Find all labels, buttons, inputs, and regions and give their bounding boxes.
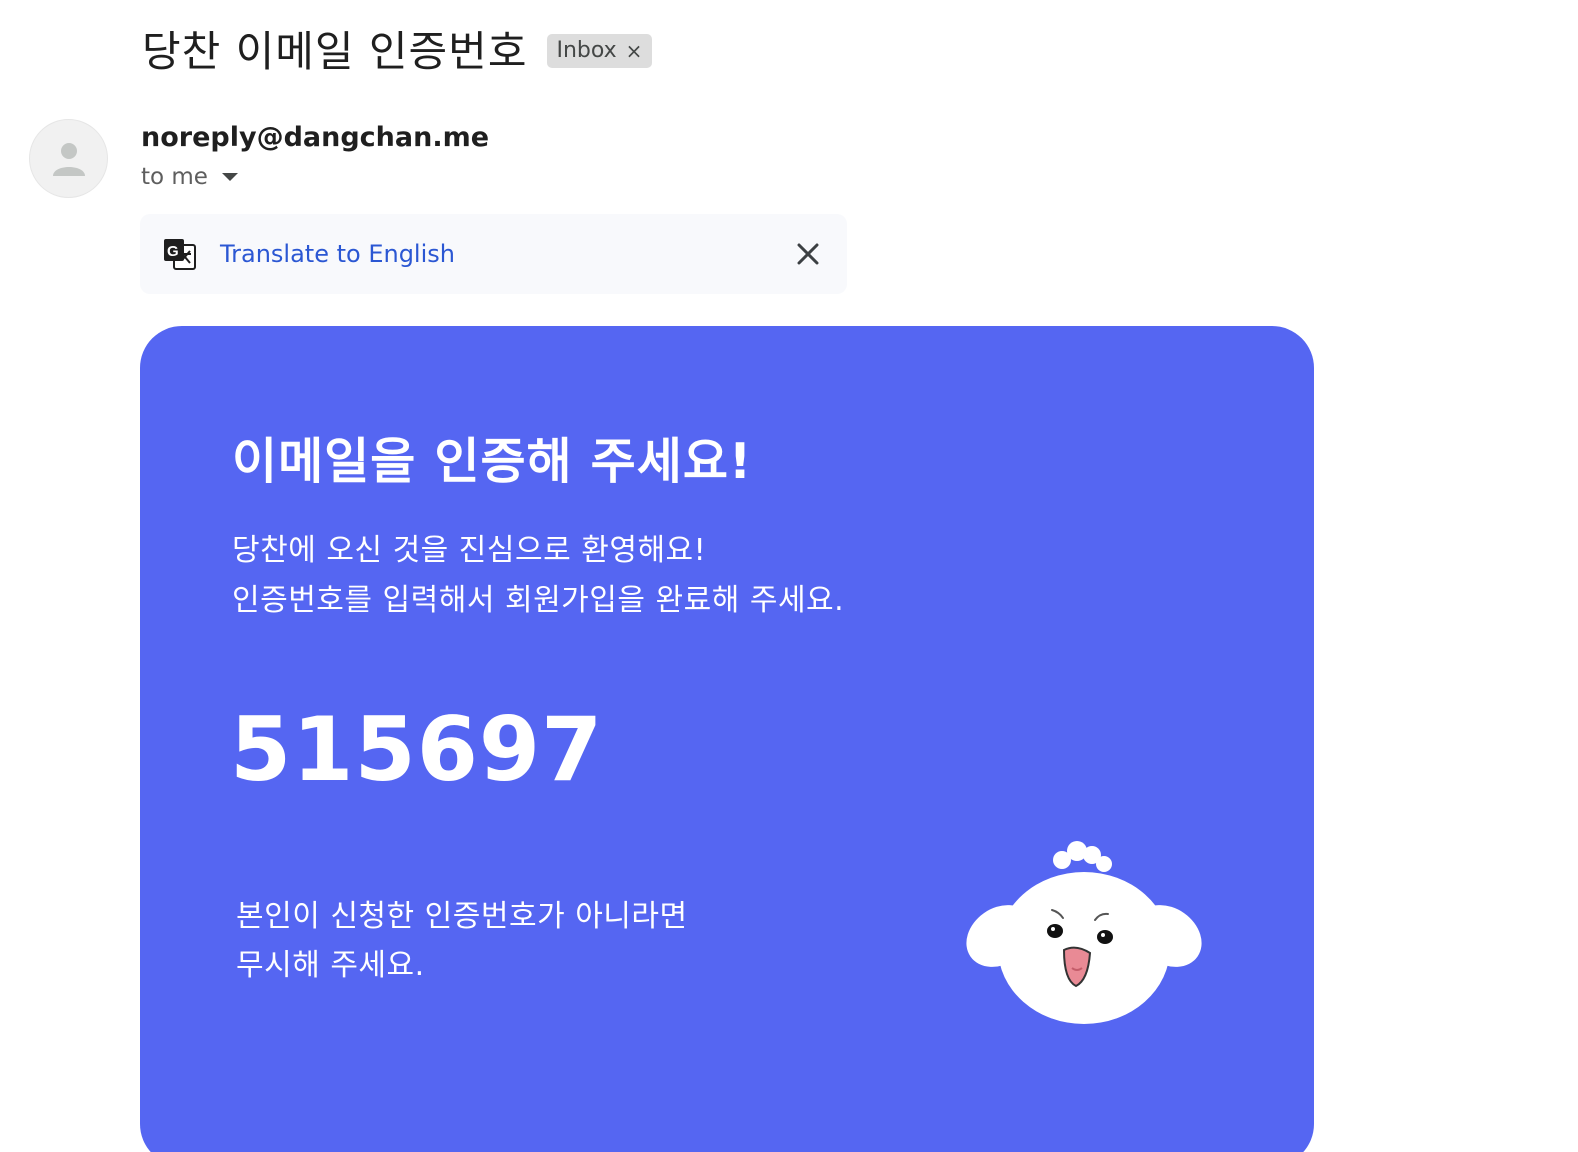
translate-to-english-link[interactable]: Translate to English [220,240,455,268]
email-view: 당찬 이메일 인증번호 Inbox × noreply@dangchan.me … [0,0,1578,1152]
default-person-icon [52,142,85,176]
chevron-down-icon [221,173,238,181]
verification-card: 이메일을 인증해 주세요! 당찬에 오신 것을 진심으로 환영해요! 인증번호를… [140,326,1314,1152]
sender-email[interactable]: noreply@dangchan.me [141,122,489,153]
google-translate-icon: G [164,239,196,270]
card-heading: 이메일을 인증해 주세요! [232,433,753,490]
svg-text:G: G [167,243,179,260]
translate-banner: G Translate to English [140,214,847,294]
email-subject: 당찬 이메일 인증번호 [142,27,528,76]
recipient-details-toggle[interactable]: to me [141,164,238,190]
welcome-line: 인증번호를 입력해서 회원가입을 완료해 주세요. [232,583,845,618]
welcome-line: 당찬에 오신 것을 진심으로 환영해요! [232,533,707,568]
recipient-text: to me [141,164,208,190]
ignore-line: 본인이 신청한 인증번호가 아니라면 [236,899,688,934]
email-subject-row: 당찬 이메일 인증번호 Inbox × [142,18,653,79]
ignore-notice: 본인이 신청한 인증번호가 아니라면 무시해 주세요. [236,892,688,990]
verification-code[interactable]: 515697 [230,698,603,801]
welcome-message: 당찬에 오신 것을 진심으로 환영해요! 인증번호를 입력해서 회원가입을 완료… [232,526,844,626]
dangchan-mascot-image [966,841,1202,1024]
sender-avatar [29,119,108,198]
ignore-line: 무시해 주세요. [236,948,425,983]
inbox-label-chip[interactable]: Inbox × [547,33,653,68]
close-icon[interactable] [795,241,821,267]
inbox-label-text: Inbox [556,38,617,63]
remove-label-icon[interactable]: × [626,39,643,63]
